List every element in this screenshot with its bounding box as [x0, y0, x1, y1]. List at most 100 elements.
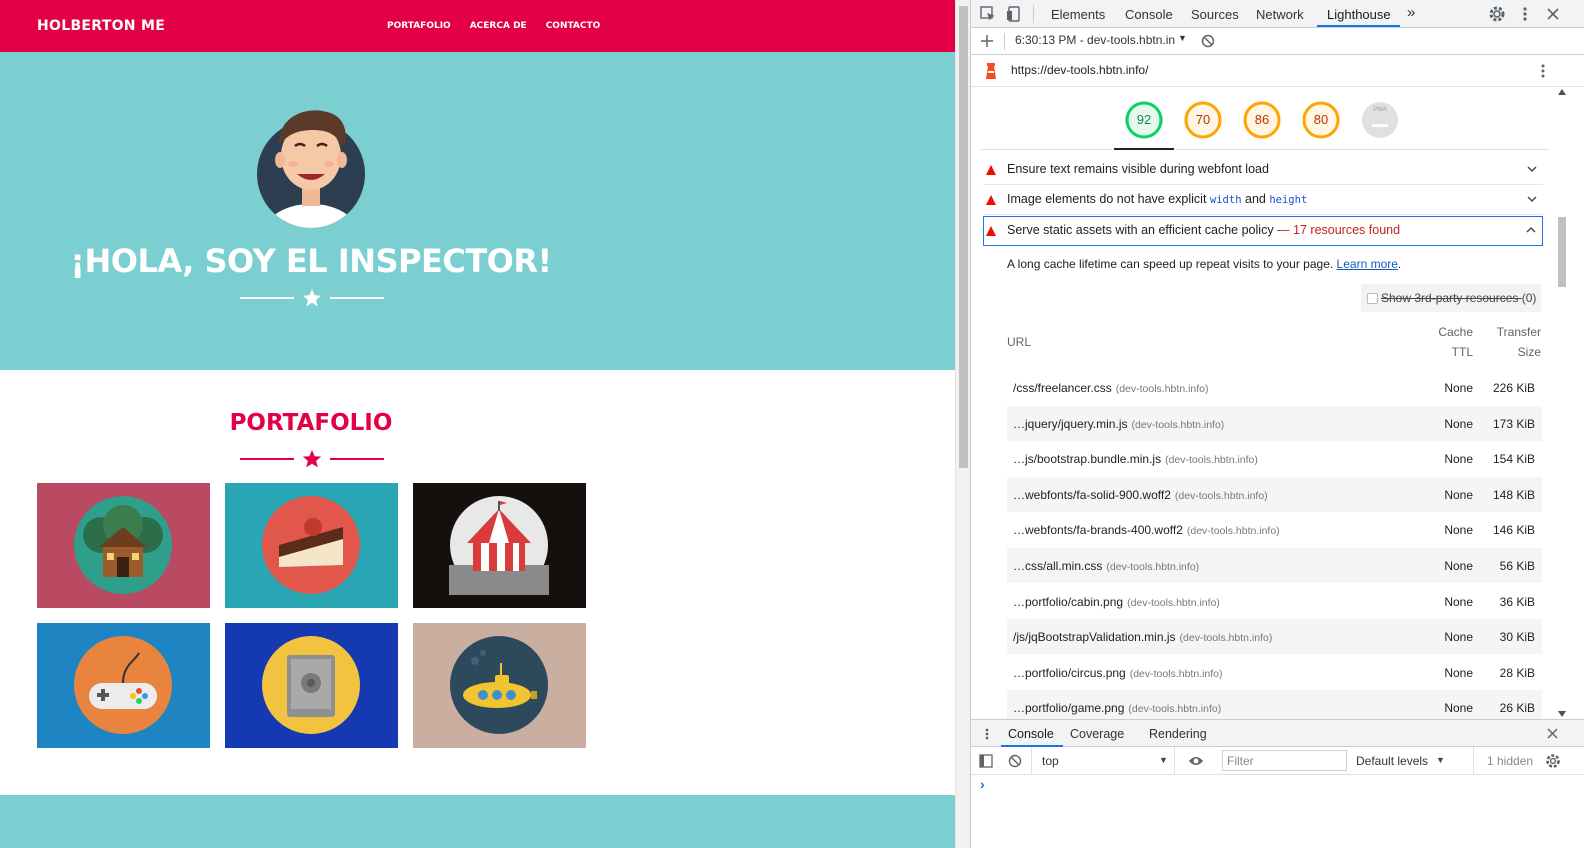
lighthouse-logo-icon [986, 63, 996, 79]
portfolio-item-cabin[interactable] [37, 483, 210, 608]
resource-url[interactable]: …portfolio/circus.png (dev-tools.hbtn.inf… [1013, 666, 1223, 680]
device-toolbar-icon[interactable] [1005, 5, 1023, 23]
audit-cache-policy[interactable]: Serve static assets with an efficient ca… [983, 216, 1543, 246]
brand-link[interactable]: HOLBERTON ME [37, 18, 165, 34]
console-settings-gear-icon[interactable] [1545, 753, 1561, 769]
audited-url: https://dev-tools.hbtn.info/ [1011, 63, 1149, 77]
resource-url[interactable]: …webfonts/fa-solid-900.woff2 (dev-tools.h… [1013, 488, 1268, 502]
more-tabs-button[interactable]: » [1407, 4, 1415, 21]
report-selector[interactable]: 6:30:13 PM - dev-tools.hbtn.in [1015, 33, 1175, 47]
levels-dropdown-arrow[interactable]: ▼ [1436, 755, 1445, 765]
fail-triangle-icon [986, 165, 996, 175]
learn-more-link[interactable]: Learn more [1337, 257, 1398, 271]
resource-transfer-size: 26 KiB [1499, 701, 1535, 716]
nav-links: PORTAFOLIO ACERCA DE CONTACTO [387, 21, 619, 31]
scrollbar-thumb[interactable] [1558, 217, 1566, 287]
gauge-performance[interactable]: 92 [1124, 100, 1164, 140]
star-icon [302, 450, 322, 468]
tab-network[interactable]: Network [1256, 7, 1304, 22]
console-prompt[interactable]: › [980, 776, 985, 792]
resource-url[interactable]: …jquery/jquery.min.js (dev-tools.hbtn.inf… [1013, 417, 1224, 431]
gauge-pwa[interactable]: PWA [1360, 100, 1400, 140]
resource-transfer-size: 154 KiB [1492, 452, 1535, 467]
report-dropdown-arrow[interactable]: ▼ [1178, 33, 1187, 43]
devtools-tabbar: Elements Console Sources Network Lightho… [971, 0, 1584, 28]
resource-host: (dev-tools.hbtn.info) [1127, 596, 1220, 609]
resource-transfer-size: 30 KiB [1499, 630, 1535, 645]
close-drawer-icon[interactable] [1547, 728, 1558, 739]
report-scrollbar[interactable] [1555, 87, 1569, 719]
log-levels-dropdown[interactable]: Default levels [1356, 754, 1428, 768]
table-row: …css/all.min.css (dev-tools.hbtn.info) Non… [1007, 548, 1542, 583]
scroll-down-arrow-icon[interactable] [1558, 711, 1566, 717]
drawer-tab-console[interactable]: Console [1008, 727, 1054, 741]
chevron-down-icon [1527, 196, 1537, 202]
portfolio-item-game[interactable] [37, 623, 210, 748]
resource-host: (dev-tools.hbtn.info) [1128, 703, 1222, 716]
clear-console-icon[interactable] [1008, 754, 1022, 768]
col-header-cache-ttl: Cache TTL [1438, 325, 1473, 359]
score-gauges: 92 70 86 80 PWA [971, 87, 1558, 150]
report-menu-icon[interactable] [1536, 62, 1550, 80]
resource-url[interactable]: …portfolio/game.png (dev-tools.hbtn.info) [1013, 701, 1221, 715]
resource-cache-ttl: None [1444, 594, 1473, 609]
kebab-menu-icon[interactable] [1516, 5, 1534, 23]
drawer-menu-icon[interactable] [981, 727, 993, 741]
tab-sources[interactable]: Sources [1191, 7, 1239, 22]
resource-url[interactable]: /js/jqBootstrapValidation.min.js (dev-too… [1013, 630, 1272, 644]
drawer-tab-rendering[interactable]: Rendering [1149, 727, 1207, 741]
resource-transfer-size: 226 KiB [1492, 381, 1535, 395]
tab-console[interactable]: Console [1125, 7, 1173, 22]
resource-transfer-size: 28 KiB [1499, 665, 1535, 680]
portfolio-item-submarine[interactable] [413, 623, 586, 748]
context-selector[interactable]: top [1042, 754, 1059, 768]
resource-cache-ttl: None [1444, 416, 1473, 431]
sidebar-toggle-icon[interactable] [979, 754, 993, 768]
third-party-checkbox[interactable] [1367, 293, 1378, 304]
portfolio-item-safe[interactable] [225, 623, 398, 748]
table-row: …webfonts/fa-brands-400.woff2 (dev-tools.… [1007, 512, 1542, 547]
resource-url[interactable]: …css/all.min.css (dev-tools.hbtn.info) [1013, 559, 1199, 573]
console-filter-input[interactable]: Filter [1222, 750, 1347, 771]
submarine-icon [450, 636, 548, 734]
live-expression-eye-icon[interactable] [1188, 755, 1204, 767]
inspect-element-icon[interactable] [979, 5, 997, 23]
audit-webfont[interactable]: Ensure text remains visible during webfo… [983, 155, 1543, 185]
context-dropdown-arrow[interactable]: ▼ [1159, 755, 1168, 765]
resource-transfer-size: 148 KiB [1492, 487, 1535, 502]
settings-gear-icon[interactable] [1488, 5, 1506, 23]
resource-cache-ttl: None [1444, 487, 1473, 502]
fail-triangle-icon [986, 226, 996, 236]
gauge-seo[interactable]: 80 [1301, 100, 1341, 140]
close-devtools-icon[interactable] [1544, 5, 1562, 23]
gauge-best-practices[interactable]: 86 [1242, 100, 1282, 140]
scroll-up-arrow-icon[interactable] [1558, 89, 1566, 95]
drawer-tab-coverage[interactable]: Coverage [1070, 727, 1124, 741]
resource-cache-ttl: None [1444, 559, 1473, 573]
resource-transfer-size: 36 KiB [1499, 594, 1535, 609]
resource-host: (dev-tools.hbtn.info) [1106, 561, 1200, 573]
tab-elements[interactable]: Elements [1051, 7, 1105, 22]
resource-host: (dev-tools.hbtn.info) [1186, 525, 1280, 538]
resource-url[interactable]: …portfolio/cabin.png (dev-tools.hbtn.info… [1013, 595, 1220, 609]
nav-link-portafolio[interactable]: PORTAFOLIO [387, 21, 451, 31]
resource-url[interactable]: …webfonts/fa-brands-400.woff2 (dev-tools.… [1013, 523, 1280, 537]
nav-link-acerca-de[interactable]: ACERCA DE [470, 21, 527, 31]
audit-image-size[interactable]: Image elements do not have explicit widt… [983, 185, 1543, 215]
resource-url[interactable]: /css/freelancer.css (dev-tools.hbtn.info) [1013, 381, 1209, 395]
resource-transfer-size: 146 KiB [1492, 523, 1535, 538]
console-toolbar: top ▼ Filter Default levels ▼ 1 hidden [971, 747, 1584, 775]
new-report-plus-icon[interactable] [980, 34, 994, 48]
resource-url[interactable]: …js/bootstrap.bundle.min.js (dev-tools.hb… [1013, 452, 1258, 466]
gauge-selected-indicator [1114, 148, 1174, 150]
page-scrollbar[interactable] [955, 0, 970, 848]
tab-lighthouse[interactable]: Lighthouse [1327, 7, 1391, 22]
nav-link-contacto[interactable]: CONTACTO [546, 21, 601, 31]
gauge-accessibility[interactable]: 70 [1183, 100, 1223, 140]
portfolio-item-circus[interactable] [413, 483, 586, 608]
portfolio-item-cake[interactable] [225, 483, 398, 608]
clear-reports-icon[interactable] [1201, 34, 1215, 48]
portfolio-heading: PORTAFOLIO [229, 410, 393, 436]
scrollbar-thumb[interactable] [959, 6, 968, 468]
table-row: …webfonts/fa-solid-900.woff2 (dev-tools.h… [1007, 476, 1542, 512]
